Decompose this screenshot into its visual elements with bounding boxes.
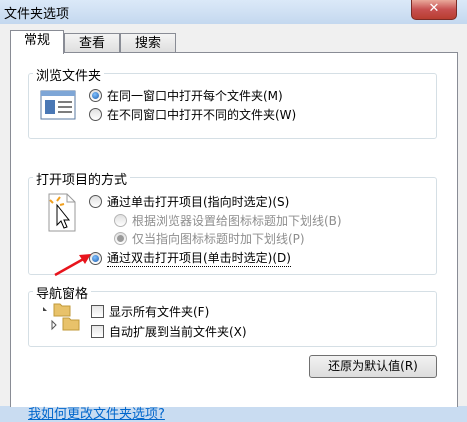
checkbox-auto-expand-label: 自动扩展到当前文件夹(X) bbox=[109, 325, 247, 339]
radio-underline-point[interactable]: 仅当指向图标标题时加下划线(P) bbox=[114, 230, 305, 247]
window-title: 文件夹选项 bbox=[4, 7, 70, 22]
checkbox-auto-expand[interactable]: 自动扩展到当前文件夹(X) bbox=[91, 323, 247, 340]
radio-underline-browser-indicator[interactable] bbox=[114, 214, 127, 227]
tab-general-label: 常规 bbox=[23, 33, 50, 48]
radio-underline-point-indicator[interactable] bbox=[114, 232, 127, 245]
radio-underline-browser-label: 根据浏览器设置给图标标题加下划线(B) bbox=[132, 214, 342, 228]
browse-folders-label: 浏览文件夹 bbox=[33, 65, 105, 84]
radio-single-click[interactable]: 通过单击打开项目(指向时选定)(S) bbox=[89, 193, 289, 210]
checkbox-show-all-folders[interactable]: 显示所有文件夹(F) bbox=[91, 303, 209, 320]
tab-search-label: 搜索 bbox=[134, 36, 161, 51]
checkbox-show-all-folders-box[interactable] bbox=[91, 305, 104, 318]
nav-pane-label: 导航窗格 bbox=[33, 283, 92, 302]
general-tab-panel: 浏览文件夹 在同一窗口中打开每个文件夹(M) 在不同窗口中打开不同的文件夹(W)… bbox=[10, 52, 458, 422]
folder-window-icon bbox=[40, 90, 76, 120]
tab-view-label: 查看 bbox=[78, 36, 105, 51]
open-items-label: 打开项目的方式 bbox=[33, 169, 131, 188]
folder-tree-icon bbox=[43, 303, 80, 331]
close-icon: ✕ bbox=[428, 1, 440, 16]
checkbox-show-all-folders-label: 显示所有文件夹(F) bbox=[109, 305, 210, 319]
radio-single-click-label: 通过单击打开项目(指向时选定)(S) bbox=[107, 195, 290, 209]
tab-general[interactable]: 常规 bbox=[10, 30, 64, 54]
radio-double-click-label: 通过双击打开项目(单击时选定)(D) bbox=[107, 251, 291, 267]
radio-same-window[interactable]: 在同一窗口中打开每个文件夹(M) bbox=[89, 87, 283, 104]
radio-underline-point-label: 仅当指向图标标题时加下划线(P) bbox=[132, 232, 305, 246]
radio-different-windows[interactable]: 在不同窗口中打开不同的文件夹(W) bbox=[89, 106, 296, 123]
tab-view[interactable]: 查看 bbox=[64, 33, 120, 54]
radio-different-windows-indicator[interactable] bbox=[89, 108, 102, 121]
checkbox-auto-expand-box[interactable] bbox=[91, 325, 104, 338]
radio-different-windows-label: 在不同窗口中打开不同的文件夹(W) bbox=[107, 108, 297, 122]
title-bar: 文件夹选项 ✕ bbox=[0, 0, 467, 24]
click-cursor-icon bbox=[48, 193, 76, 232]
radio-same-window-label: 在同一窗口中打开每个文件夹(M) bbox=[107, 89, 283, 103]
close-button[interactable]: ✕ bbox=[411, 0, 457, 20]
radio-double-click[interactable]: 通过双击打开项目(单击时选定)(D) bbox=[89, 249, 291, 267]
radio-same-window-indicator[interactable] bbox=[89, 89, 102, 102]
radio-underline-browser[interactable]: 根据浏览器设置给图标标题加下划线(B) bbox=[114, 212, 342, 229]
annotation-arrow-icon bbox=[54, 254, 91, 277]
dialog-client: 常规 查看 搜索 浏览文件夹 在同一窗口中打开每个文件夹(M) 在不同窗口中打开… bbox=[0, 24, 467, 422]
restore-defaults-button[interactable]: 还原为默认值(R) bbox=[309, 355, 437, 378]
radio-single-click-indicator[interactable] bbox=[89, 195, 102, 208]
tab-search[interactable]: 搜索 bbox=[120, 33, 176, 54]
